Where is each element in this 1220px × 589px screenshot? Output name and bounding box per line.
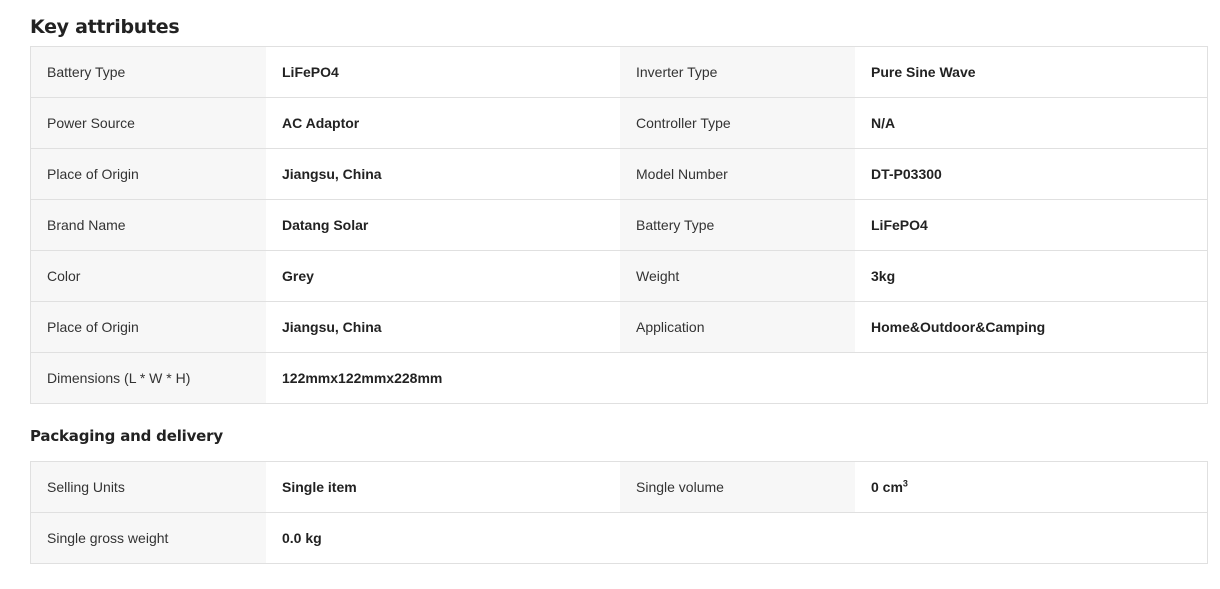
attr-value: DT-P03300 (855, 148, 1208, 200)
attr-key: Model Number (620, 148, 855, 200)
empty-cell (855, 512, 1208, 564)
attr-value: Grey (266, 250, 620, 302)
attr-value: 122mmx122mmx228mm (266, 352, 620, 404)
attr-value: LiFePO4 (266, 46, 620, 98)
attr-key: Controller Type (620, 97, 855, 149)
attr-value: 3kg (855, 250, 1208, 302)
key-attributes-title: Key attributes (30, 16, 180, 38)
empty-cell (620, 352, 855, 404)
table-row: Place of Origin Jiangsu, China Model Num… (30, 148, 1208, 200)
attr-key: Dimensions (L * W * H) (30, 352, 266, 404)
attr-key: Battery Type (620, 199, 855, 251)
attr-value: Datang Solar (266, 199, 620, 251)
table-row: Selling Units Single item Single volume … (30, 461, 1208, 513)
table-row: Power Source AC Adaptor Controller Type … (30, 97, 1208, 149)
table-row: Single gross weight 0.0 kg (30, 512, 1208, 564)
attr-key: Power Source (30, 97, 266, 149)
attr-value: Pure Sine Wave (855, 46, 1208, 98)
attr-key: Application (620, 301, 855, 353)
attr-value: 0.0 kg (266, 512, 620, 564)
packaging-table: Selling Units Single item Single volume … (30, 461, 1208, 564)
table-row: Place of Origin Jiangsu, China Applicati… (30, 301, 1208, 353)
attr-value: AC Adaptor (266, 97, 620, 149)
attr-key: Place of Origin (30, 148, 266, 200)
table-row: Color Grey Weight 3kg (30, 250, 1208, 302)
attr-key: Weight (620, 250, 855, 302)
packaging-delivery-title: Packaging and delivery (30, 427, 223, 445)
attr-value: N/A (855, 97, 1208, 149)
empty-cell (855, 352, 1208, 404)
attr-key: Color (30, 250, 266, 302)
table-row: Dimensions (L * W * H) 122mmx122mmx228mm (30, 352, 1208, 404)
attr-value: Home&Outdoor&Camping (855, 301, 1208, 353)
key-attributes-table: Battery Type LiFePO4 Inverter Type Pure … (30, 46, 1208, 404)
attributes-panel: Key attributes Battery Type LiFePO4 Inve… (30, 0, 1208, 564)
attr-value: 0 cm3 (855, 461, 1208, 513)
attr-key: Single volume (620, 461, 855, 513)
attr-value: Single item (266, 461, 620, 513)
attr-value: Jiangsu, China (266, 301, 620, 353)
attr-value: Jiangsu, China (266, 148, 620, 200)
attr-key: Place of Origin (30, 301, 266, 353)
attr-key: Brand Name (30, 199, 266, 251)
attr-key: Inverter Type (620, 46, 855, 98)
attr-key: Selling Units (30, 461, 266, 513)
attr-key: Single gross weight (30, 512, 266, 564)
attr-key: Battery Type (30, 46, 266, 98)
volume-value: 0 cm (871, 479, 903, 495)
table-row: Brand Name Datang Solar Battery Type LiF… (30, 199, 1208, 251)
attr-value: LiFePO4 (855, 199, 1208, 251)
empty-cell (620, 512, 855, 564)
cubic-superscript: 3 (902, 478, 908, 489)
table-row: Battery Type LiFePO4 Inverter Type Pure … (30, 46, 1208, 98)
